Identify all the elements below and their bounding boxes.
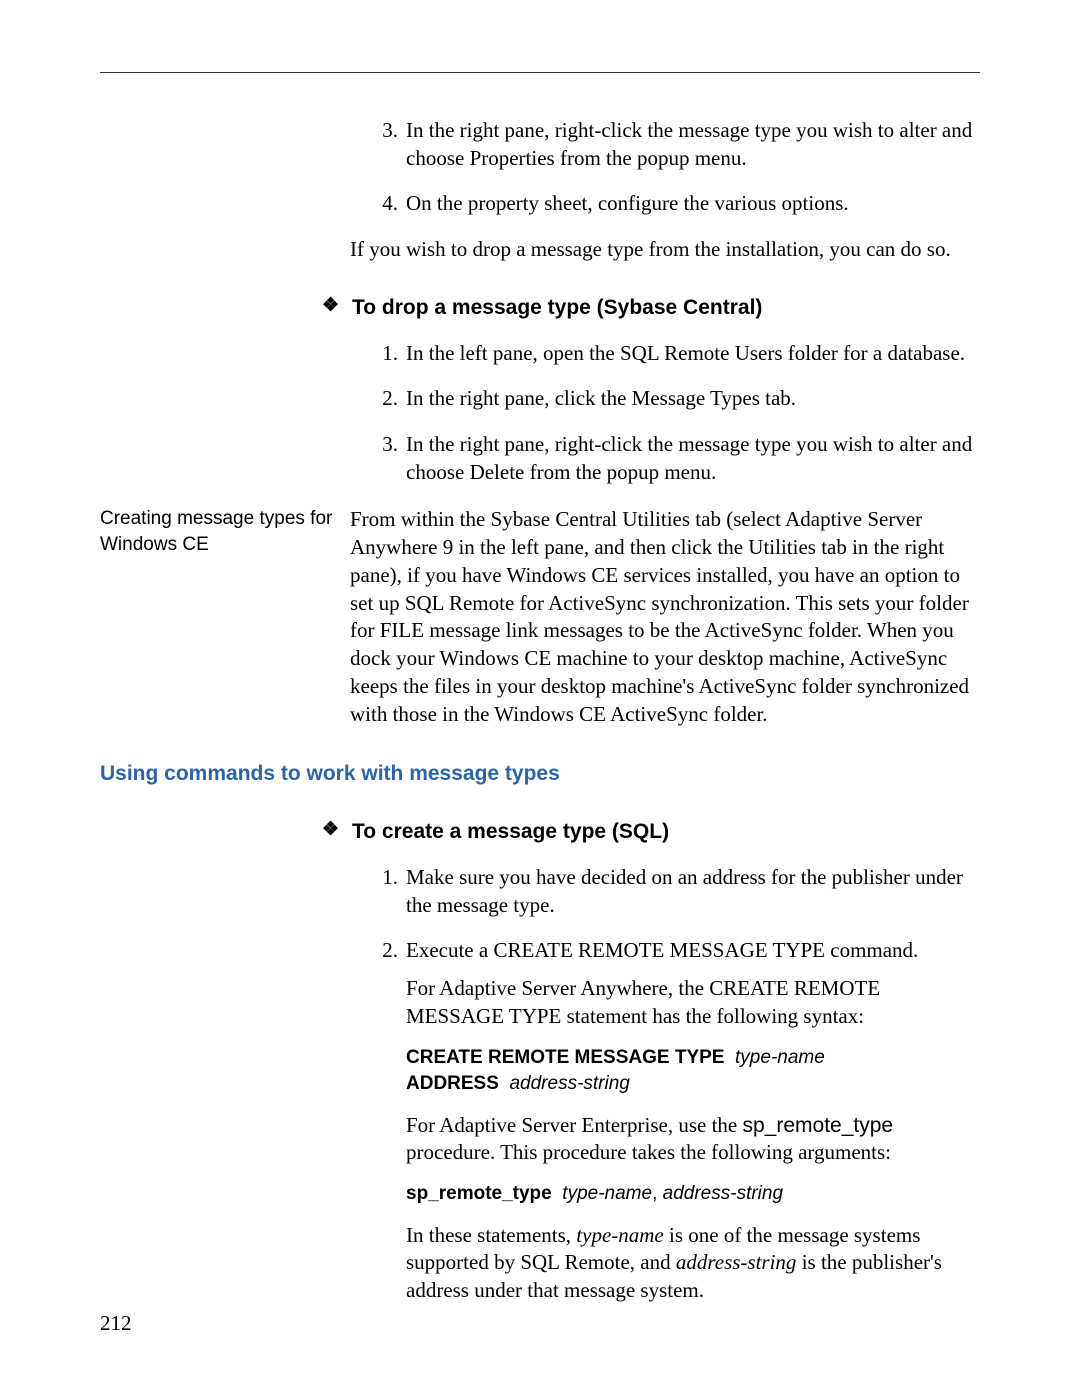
step-number: 1. xyxy=(368,864,406,919)
syntax-create-remote: CREATE REMOTE MESSAGE TYPE type-name ADD… xyxy=(406,1045,980,1098)
step-text: On the property sheet, configure the var… xyxy=(406,190,980,218)
diamond-icon: ❖ xyxy=(320,818,352,843)
ase-text-c: procedure. This procedure takes the foll… xyxy=(406,1140,891,1164)
proc2: ❖ To create a message type (SQL) 1. Make… xyxy=(320,808,980,1319)
procedure-title: To create a message type (SQL) xyxy=(352,818,669,846)
step-text: Execute a CREATE REMOTE MESSAGE TYPE com… xyxy=(406,937,980,965)
kw-address: ADDRESS xyxy=(406,1073,499,1094)
steps-top: 3. In the right pane, right-click the me… xyxy=(350,117,980,284)
syntax-sp-remote-type: sp_remote_type type-name, address-string xyxy=(406,1181,980,1208)
step-text: In the left pane, open the SQL Remote Us… xyxy=(406,340,980,368)
top-rule xyxy=(100,72,980,73)
arg-address-string: address-string xyxy=(663,1183,783,1204)
procedure-heading: ❖ To create a message type (SQL) xyxy=(320,818,980,846)
proc2-step-2: 2. Execute a CREATE REMOTE MESSAGE TYPE … xyxy=(350,937,980,965)
procedure-heading: ❖ To drop a message type (Sybase Central… xyxy=(320,294,980,322)
row-proc2: ❖ To create a message type (SQL) 1. Make… xyxy=(100,808,980,1319)
proc2-details: For Adaptive Server Anywhere, the CREATE… xyxy=(350,975,980,1305)
step-text: In the right pane, click the Message Typ… xyxy=(406,385,980,413)
step-number: 1. xyxy=(368,340,406,368)
step-text: In the right pane, right-click the messa… xyxy=(406,431,980,486)
step-4: 4. On the property sheet, configure the … xyxy=(350,190,980,218)
ase-text-a: For Adaptive Server Enterprise, use the xyxy=(406,1113,743,1137)
kw-create: CREATE REMOTE MESSAGE TYPE xyxy=(406,1047,724,1068)
step-text: Make sure you have decided on an address… xyxy=(406,864,980,919)
ase-para: For Adaptive Server Enterprise, use the … xyxy=(406,1112,980,1167)
page-number: 212 xyxy=(100,1311,132,1336)
section-heading: Using commands to work with message type… xyxy=(100,762,980,786)
end-d: address-string xyxy=(676,1250,797,1274)
side-para: From within the Sybase Central Utilities… xyxy=(350,506,980,728)
row-proc1: ❖ To drop a message type (Sybase Central… xyxy=(100,284,980,505)
asa-para: For Adaptive Server Anywhere, the CREATE… xyxy=(406,975,980,1030)
step-number: 4. xyxy=(368,190,406,218)
proc1-step-3: 3. In the right pane, right-click the me… xyxy=(350,431,980,486)
row-top-steps: 3. In the right pane, right-click the me… xyxy=(100,117,980,284)
drop-intro: If you wish to drop a message type from … xyxy=(350,236,980,264)
kw-sp: sp_remote_type xyxy=(406,1183,552,1204)
step-number: 2. xyxy=(368,937,406,965)
proc1-step-2: 2. In the right pane, click the Message … xyxy=(350,385,980,413)
end-para: In these statements, type-name is one of… xyxy=(406,1222,980,1305)
diamond-icon: ❖ xyxy=(320,294,352,319)
proc1-step-1: 1. In the left pane, open the SQL Remote… xyxy=(350,340,980,368)
proc1: ❖ To drop a message type (Sybase Central… xyxy=(320,284,980,505)
step-number: 2. xyxy=(368,385,406,413)
end-b: type-name xyxy=(576,1223,663,1247)
step-3: 3. In the right pane, right-click the me… xyxy=(350,117,980,172)
end-a: In these statements, xyxy=(406,1223,576,1247)
proc-name: sp_remote_type xyxy=(743,1114,894,1137)
step-number: 3. xyxy=(368,117,406,172)
proc2-step-1: 1. Make sure you have decided on an addr… xyxy=(350,864,980,919)
procedure-title: To drop a message type (Sybase Central) xyxy=(352,294,762,322)
step-text: In the right pane, right-click the messa… xyxy=(406,117,980,172)
page: 3. In the right pane, right-click the me… xyxy=(0,0,1080,1319)
arg-address-string: address-string xyxy=(509,1073,629,1094)
arg-type-name: type-name xyxy=(562,1183,652,1204)
arg-type-name: type-name xyxy=(735,1047,825,1068)
side-label: Creating message types for Windows CE xyxy=(100,506,350,557)
step-number: 3. xyxy=(368,431,406,486)
row-side-para: Creating message types for Windows CE Fr… xyxy=(100,506,980,744)
